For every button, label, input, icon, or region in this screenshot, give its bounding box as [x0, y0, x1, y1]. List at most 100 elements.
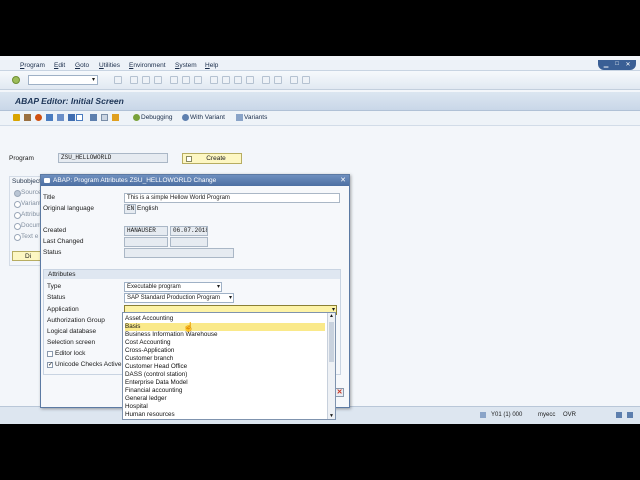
- help-icon[interactable]: [290, 76, 298, 84]
- minimize-icon[interactable]: ▁: [602, 61, 610, 68]
- copy-icon[interactable]: [101, 114, 108, 121]
- create-button-label: Create: [206, 155, 226, 162]
- created-date-field: 06.07.2018: [170, 226, 208, 236]
- layout-icon[interactable]: [302, 76, 310, 84]
- prev-page-icon[interactable]: [222, 76, 230, 84]
- system-toolbar: ▾: [0, 71, 640, 90]
- pencil-icon[interactable]: [24, 114, 31, 121]
- list-item[interactable]: Enterprise Data Model: [125, 379, 325, 387]
- title-input[interactable]: This is a simple Hellow World Program: [124, 193, 340, 203]
- radio-documentation[interactable]: [14, 223, 21, 230]
- with-variant-icon[interactable]: [182, 114, 189, 121]
- changed-by-field: [124, 237, 168, 247]
- menu-goto[interactable]: Goto: [75, 62, 89, 69]
- debugging-icon[interactable]: [133, 114, 140, 121]
- list-item-selected[interactable]: Basis: [125, 323, 325, 331]
- changed-date-field: [170, 237, 208, 247]
- list-item[interactable]: Asset Accounting: [125, 315, 325, 323]
- status-toggle-icon[interactable]: [480, 412, 486, 418]
- editor-lock-label: Editor lock: [55, 350, 86, 357]
- status-mode: OVR: [563, 412, 577, 418]
- check-icon[interactable]: [13, 114, 20, 121]
- exit-icon[interactable]: [142, 76, 150, 84]
- menu-edit[interactable]: Edit: [54, 62, 65, 69]
- cancel-icon[interactable]: ✕: [335, 388, 344, 397]
- menu-system[interactable]: System: [175, 62, 197, 69]
- object-list-icon[interactable]: [68, 114, 75, 121]
- menu-environment[interactable]: Environment: [129, 62, 166, 69]
- delete-icon[interactable]: [90, 114, 97, 121]
- test-icon[interactable]: [46, 114, 53, 121]
- subobject-text-elements: Text e: [21, 233, 39, 240]
- command-field[interactable]: ▾: [28, 75, 98, 85]
- menu-program[interactable]: Program: [20, 62, 45, 69]
- scrollbar-thumb[interactable]: [329, 322, 334, 362]
- status-select[interactable]: SAP Standard Production Program ▾: [124, 293, 234, 303]
- list-item[interactable]: Hospital: [125, 403, 325, 411]
- original-language-label: Original language: [43, 205, 94, 212]
- logical-db-label: Logical database: [47, 328, 97, 335]
- list-item[interactable]: DASS (control station): [125, 371, 325, 379]
- scroll-down-icon[interactable]: ▼: [328, 413, 335, 419]
- save-icon[interactable]: [114, 76, 122, 84]
- document-icon: [186, 156, 192, 162]
- list-item[interactable]: Customer Head Office: [125, 363, 325, 371]
- screen-title-bar: ABAP Editor: Initial Screen: [0, 92, 640, 111]
- find-icon[interactable]: [182, 76, 190, 84]
- cancel-icon[interactable]: [154, 76, 162, 84]
- status-system: Y01 (1) 000: [491, 412, 523, 418]
- subobject-variants: Variant: [21, 200, 42, 207]
- next-page-icon[interactable]: [234, 76, 242, 84]
- list-item[interactable]: Cross-Application: [125, 347, 325, 355]
- menu-bar: Program Edit Goto Utilities Environment …: [0, 60, 640, 71]
- subobject-documentation: Docum: [21, 222, 42, 229]
- window-controls: ▁ □ ✕: [598, 60, 636, 70]
- close-icon[interactable]: ✕: [624, 61, 632, 68]
- last-page-icon[interactable]: [246, 76, 254, 84]
- new-session-icon[interactable]: [262, 76, 270, 84]
- variants-icon[interactable]: [236, 114, 243, 121]
- editor-lock-checkbox[interactable]: [47, 351, 53, 357]
- menu-help[interactable]: Help: [205, 62, 218, 69]
- selection-screen-label: Selection screen: [47, 339, 96, 346]
- subobject-source: Source: [21, 189, 42, 196]
- menu-utilities[interactable]: Utilities: [99, 62, 120, 69]
- where-used-icon[interactable]: [57, 114, 64, 121]
- type-select[interactable]: Executable program ▾: [124, 282, 222, 292]
- first-page-icon[interactable]: [210, 76, 218, 84]
- debugging-button[interactable]: Debugging: [141, 114, 172, 121]
- program-input[interactable]: ZSU_HELLOWORLD: [58, 153, 168, 163]
- with-variant-button[interactable]: With Variant: [190, 114, 225, 121]
- radio-text-elements[interactable]: [14, 234, 21, 241]
- status-attr-value: SAP Standard Production Program: [127, 295, 220, 301]
- list-item[interactable]: Business Information Warehouse: [125, 331, 325, 339]
- list-item[interactable]: General ledger: [125, 395, 325, 403]
- unicode-checkbox[interactable]: ✓: [47, 362, 53, 368]
- activate-icon[interactable]: [35, 114, 42, 121]
- info-icon[interactable]: [76, 114, 83, 121]
- rename-icon[interactable]: [112, 114, 119, 121]
- application-toolbar: Debugging With Variant Variants: [0, 111, 640, 126]
- create-button[interactable]: Create: [182, 153, 242, 164]
- dialog-close-icon[interactable]: ✕: [340, 175, 346, 186]
- subobjects-label: Subobject: [12, 178, 41, 185]
- find-next-icon[interactable]: [194, 76, 202, 84]
- enter-icon[interactable]: [12, 76, 20, 84]
- maximize-icon[interactable]: □: [613, 61, 621, 68]
- print-icon[interactable]: [170, 76, 178, 84]
- radio-variants[interactable]: [14, 201, 21, 208]
- radio-source[interactable]: [14, 190, 21, 197]
- shortcut-icon[interactable]: [274, 76, 282, 84]
- status-label: Status: [43, 249, 62, 256]
- radio-attributes[interactable]: [14, 212, 21, 219]
- list-item[interactable]: Customer branch: [125, 355, 325, 363]
- scroll-up-icon[interactable]: ▲: [328, 313, 335, 319]
- variants-button[interactable]: Variants: [244, 114, 267, 121]
- list-item[interactable]: Cost Accounting: [125, 339, 325, 347]
- list-item[interactable]: Financial accounting: [125, 387, 325, 395]
- type-value: Executable program: [127, 284, 181, 290]
- back-icon[interactable]: [130, 76, 138, 84]
- list-item[interactable]: Human resources: [125, 411, 325, 419]
- title-label: Title: [43, 194, 56, 201]
- dropdown-scrollbar[interactable]: ▲ ▼: [327, 313, 335, 419]
